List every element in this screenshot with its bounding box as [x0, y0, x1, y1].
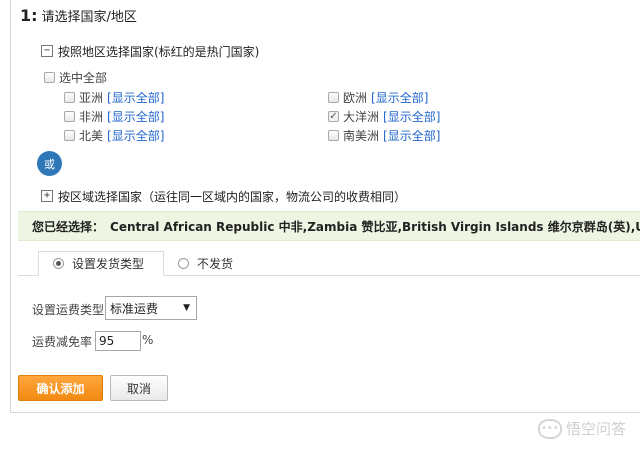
selected-countries-list: Central African Republic 中非,Zambia 赞比亚,B… [110, 219, 640, 234]
watermark-text: 悟空问答 [565, 420, 626, 438]
region-checkbox[interactable] [328, 130, 339, 141]
show-all-link[interactable]: [显示全部] [107, 89, 164, 106]
region-option-north-america[interactable]: 北美 [显示全部] [64, 127, 164, 144]
confirm-add-button[interactable]: 确认添加 [18, 375, 103, 401]
region-checkbox-checked[interactable]: ✓ [328, 111, 339, 122]
region-name: 欧洲 [343, 91, 368, 105]
region-name: 南美洲 [343, 129, 380, 143]
region-section-label: 按照地区选择国家(标红的是热门国家) [58, 45, 260, 59]
show-all-link[interactable]: [显示全部] [107, 127, 164, 144]
region-checkbox[interactable] [64, 92, 75, 103]
region-name: 大洋洲 [343, 110, 380, 124]
step-number: 1: [20, 6, 38, 25]
region-option-oceania[interactable]: ✓ 大洋洲 [显示全部] [328, 108, 440, 125]
region-name: 亚洲 [79, 91, 104, 105]
selected-countries-bar: 您已经选择： Central African Republic 中非,Zambi… [18, 211, 640, 241]
cancel-button[interactable]: 取消 [110, 375, 168, 401]
show-all-link[interactable]: [显示全部] [107, 108, 164, 125]
panel-left-border [10, 0, 11, 412]
region-checkbox[interactable] [64, 130, 75, 141]
region-option-europe[interactable]: 欧洲 [显示全部] [328, 89, 428, 106]
region-option-asia[interactable]: 亚洲 [显示全部] [64, 89, 164, 106]
expand-zone-toggle[interactable]: + [41, 190, 53, 202]
panel-bottom-border [10, 412, 640, 413]
radio-selected[interactable] [53, 258, 64, 269]
shipping-type-value: 标准运费 [110, 301, 159, 316]
dropdown-arrow-icon: ▼ [183, 303, 190, 313]
selected-prefix: 您已经选择： [32, 219, 105, 234]
show-all-link[interactable]: [显示全部] [383, 127, 440, 144]
show-all-link[interactable]: [显示全部] [383, 108, 440, 125]
collapse-region-toggle[interactable]: − [41, 45, 53, 57]
tab-label: 设置发货类型 [72, 257, 145, 271]
step-title: 1: 请选择国家/地区 [20, 6, 137, 25]
region-checkbox[interactable] [64, 111, 75, 122]
discount-rate-label: 运费减免率 [32, 335, 93, 349]
tab-label: 不发货 [197, 257, 234, 271]
watermark: ••• 悟空问答 [537, 418, 626, 439]
select-all-checkbox[interactable] [44, 72, 55, 83]
region-option-africa[interactable]: 非洲 [显示全部] [64, 108, 164, 125]
select-all-option[interactable]: 选中全部 [44, 69, 107, 86]
discount-rate-input[interactable] [95, 331, 141, 351]
tab-set-shipping-type[interactable]: 设置发货类型 [38, 251, 164, 276]
region-name: 北美 [79, 129, 104, 143]
speech-bubble-icon: ••• [537, 418, 562, 439]
shipping-type-label: 设置运费类型 [32, 303, 105, 317]
percent-unit: % [142, 333, 154, 347]
or-badge: 或 [37, 151, 62, 176]
tab-no-shipping[interactable]: 不发货 [178, 251, 233, 276]
region-checkbox[interactable] [328, 92, 339, 103]
step-title-text: 请选择国家/地区 [41, 10, 137, 25]
shipping-type-select[interactable]: 标准运费 ▼ [105, 296, 197, 320]
select-all-label: 选中全部 [59, 71, 108, 85]
show-all-link[interactable]: [显示全部] [371, 89, 428, 106]
radio-unselected[interactable] [178, 258, 189, 269]
region-option-south-america[interactable]: 南美洲 [显示全部] [328, 127, 440, 144]
region-name: 非洲 [79, 110, 104, 124]
zone-section-label: 按区域选择国家（运往同一区域内的国家，物流公司的收费相同） [58, 190, 407, 204]
